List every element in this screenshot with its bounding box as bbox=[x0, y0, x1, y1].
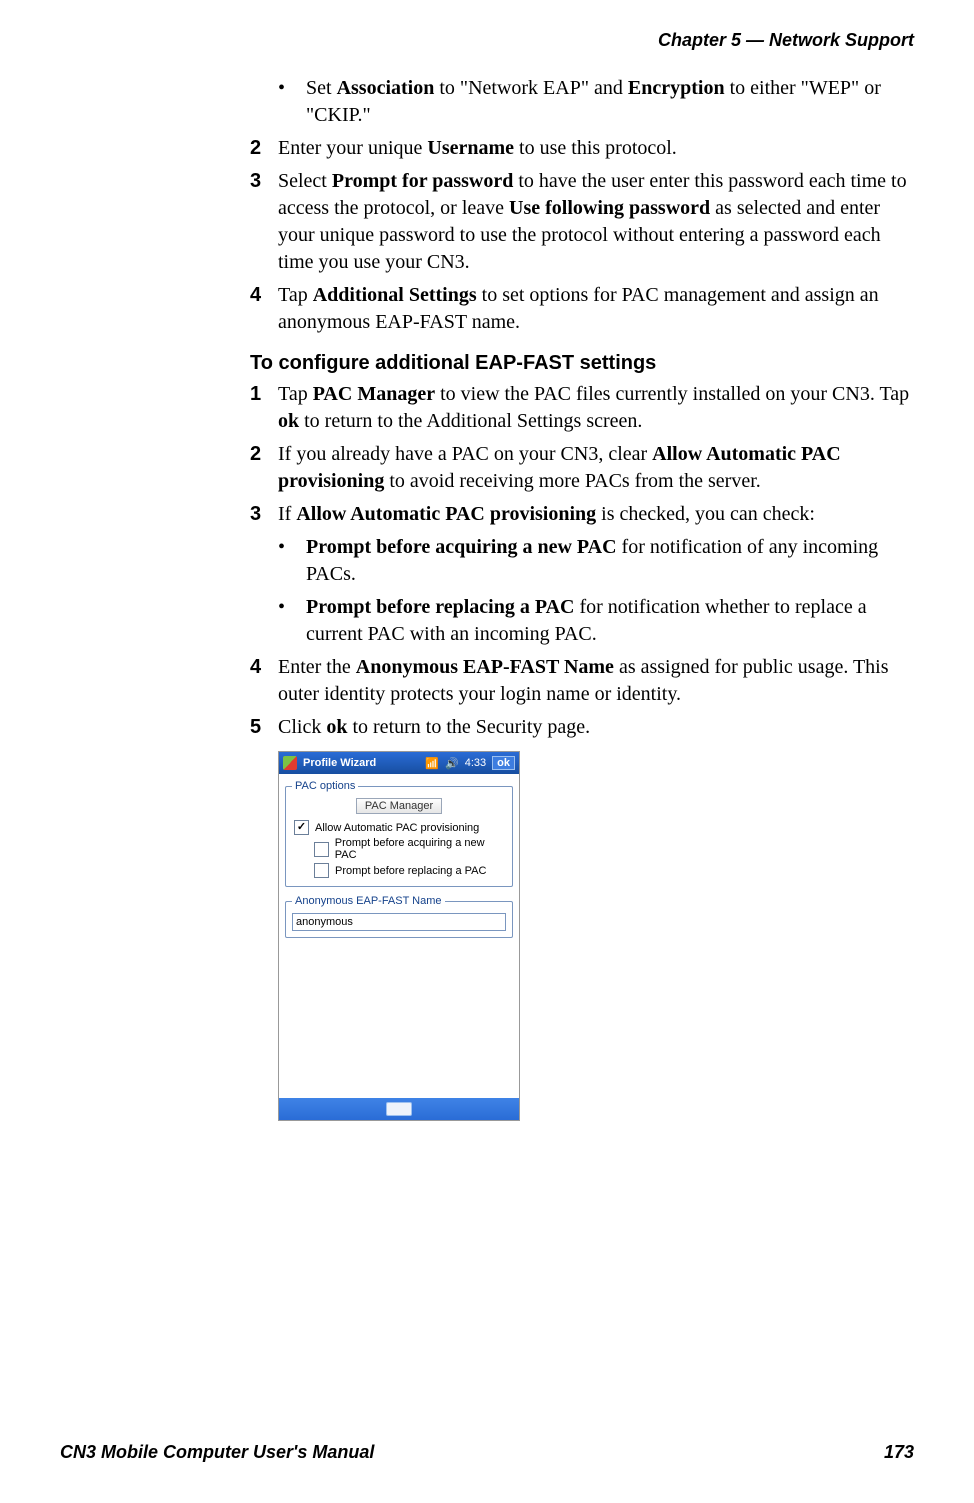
pac-manager-button[interactable]: PAC Manager bbox=[356, 798, 442, 814]
list-item: Select Prompt for password to have the u… bbox=[278, 168, 914, 276]
step-number: 2 bbox=[250, 135, 278, 162]
numbered-list-1: 2 Enter your unique Username to use this… bbox=[250, 135, 914, 336]
device-screenshot: Profile Wizard 📶 🔊 4:33 ok PAC options P… bbox=[278, 751, 520, 1121]
list-item: Tap PAC Manager to view the PAC files cu… bbox=[278, 381, 914, 435]
keyboard-icon[interactable] bbox=[386, 1102, 412, 1116]
prompt-replace-checkbox[interactable] bbox=[314, 863, 329, 878]
subheading: To configure additional EAP-FAST setting… bbox=[250, 352, 914, 375]
step-number: 5 bbox=[250, 714, 278, 741]
speaker-icon[interactable]: 🔊 bbox=[445, 757, 459, 770]
numbered-list-2: 1 Tap PAC Manager to view the PAC files … bbox=[250, 381, 914, 528]
step-number: 3 bbox=[250, 501, 278, 528]
list-item: Enter the Anonymous EAP-FAST Name as ass… bbox=[278, 654, 914, 708]
pac-options-group: PAC options PAC Manager Allow Automatic … bbox=[285, 780, 513, 887]
signal-icon[interactable]: 📶 bbox=[425, 757, 439, 770]
list-item: Enter your unique Username to use this p… bbox=[278, 135, 914, 162]
prompt-acquire-label: Prompt before acquiring a new PAC bbox=[335, 837, 506, 861]
ok-button[interactable]: ok bbox=[492, 756, 515, 770]
footer-page-number: 173 bbox=[884, 1442, 914, 1463]
allow-auto-pac-checkbox[interactable] bbox=[294, 820, 309, 835]
anonymous-name-legend: Anonymous EAP-FAST Name bbox=[292, 895, 445, 907]
list-item: Tap Additional Settings to set options f… bbox=[278, 282, 914, 336]
running-header: Chapter 5 — Network Support bbox=[60, 30, 914, 51]
list-item: Prompt before replacing a PAC for notifi… bbox=[306, 594, 914, 648]
prompt-acquire-checkbox[interactable] bbox=[314, 842, 329, 857]
footer-manual-title: CN3 Mobile Computer User's Manual bbox=[60, 1442, 374, 1463]
windows-start-icon[interactable] bbox=[283, 756, 297, 770]
step-number: 3 bbox=[250, 168, 278, 276]
bullet-icon: • bbox=[278, 75, 306, 129]
window-title: Profile Wizard bbox=[303, 757, 419, 769]
list-item: Prompt before acquiring a new PAC for no… bbox=[306, 534, 914, 588]
bullet-icon: • bbox=[278, 594, 306, 648]
step-number: 4 bbox=[250, 654, 278, 708]
list-item: Click ok to return to the Security page. bbox=[278, 714, 914, 741]
step-number: 1 bbox=[250, 381, 278, 435]
bottom-toolbar bbox=[279, 1098, 519, 1120]
numbered-list-3: 4 Enter the Anonymous EAP-FAST Name as a… bbox=[250, 654, 914, 741]
pac-options-legend: PAC options bbox=[292, 780, 358, 792]
step-number: 4 bbox=[250, 282, 278, 336]
bullet-list: • Set Association to "Network EAP" and E… bbox=[278, 75, 914, 129]
window-titlebar: Profile Wizard 📶 🔊 4:33 ok bbox=[279, 752, 519, 774]
bullet-icon: • bbox=[278, 534, 306, 588]
blank-area bbox=[285, 946, 513, 1096]
allow-auto-pac-label: Allow Automatic PAC provisioning bbox=[315, 822, 479, 834]
step-number: 2 bbox=[250, 441, 278, 495]
clock-text: 4:33 bbox=[465, 757, 486, 769]
anonymous-name-group: Anonymous EAP-FAST Name bbox=[285, 895, 513, 938]
anonymous-name-input[interactable] bbox=[292, 913, 506, 931]
prompt-replace-label: Prompt before replacing a PAC bbox=[335, 865, 486, 877]
sub-bullet-list: • Prompt before acquiring a new PAC for … bbox=[278, 534, 914, 648]
list-item: If you already have a PAC on your CN3, c… bbox=[278, 441, 914, 495]
list-item: Set Association to "Network EAP" and Enc… bbox=[306, 75, 914, 129]
list-item: If Allow Automatic PAC provisioning is c… bbox=[278, 501, 914, 528]
window-client-area: PAC options PAC Manager Allow Automatic … bbox=[279, 774, 519, 1098]
